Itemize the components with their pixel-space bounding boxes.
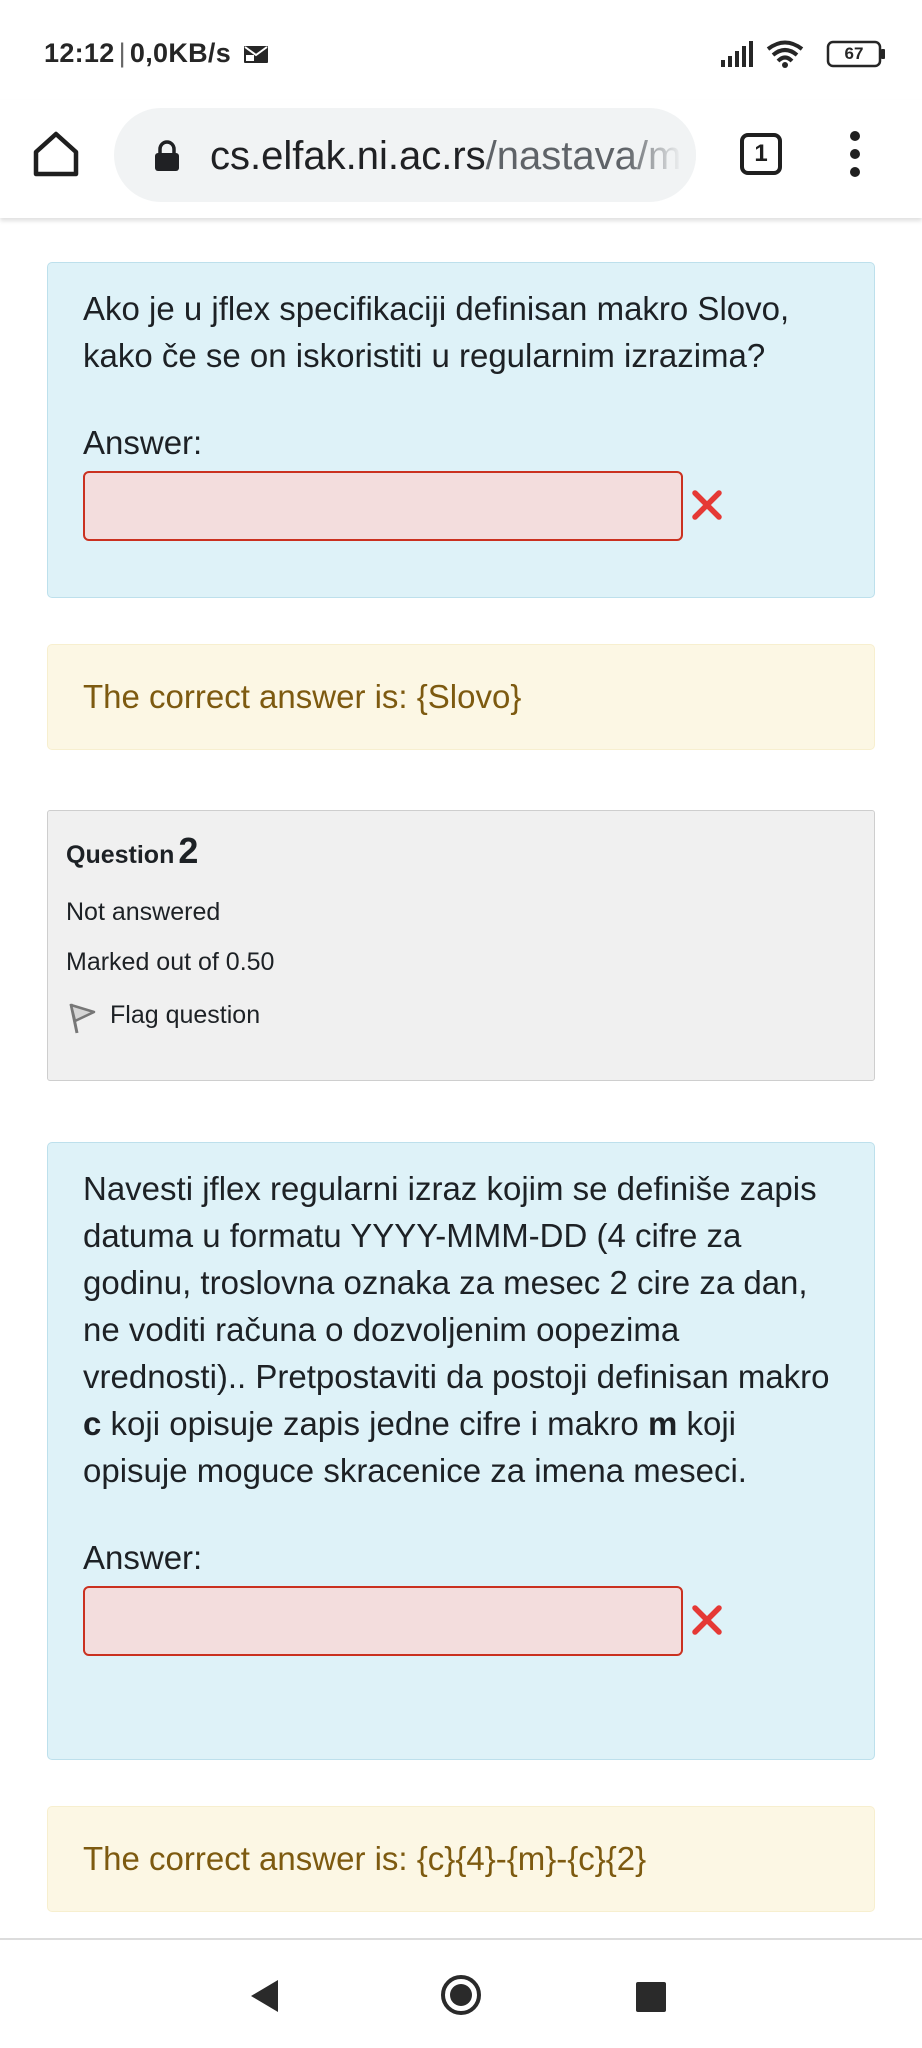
question1-correct-answer: The correct answer is: {Slovo} <box>83 678 522 715</box>
address-bar[interactable]: cs.elfak.ni.ac.rs/nastava/m <box>114 108 696 202</box>
more-vert-icon[interactable] <box>840 128 870 180</box>
status-time: 12:12 <box>44 38 115 68</box>
url-text[interactable]: cs.elfak.ni.ac.rs/nastava/m <box>210 134 681 178</box>
system-nav-bar <box>0 1938 922 2048</box>
question-label: Question <box>66 841 175 869</box>
question2-text-part2: koji opisuje zapis jedne cifre i makro <box>101 1405 648 1442</box>
question2-feedback: The correct answer is: {c}{4}-{m}-{c}{2} <box>47 1806 875 1912</box>
home-icon[interactable] <box>30 128 82 180</box>
question2-info: Question 2 Not answered Marked out of 0.5… <box>47 810 875 1081</box>
back-icon[interactable] <box>248 1978 282 2019</box>
home-circle-icon[interactable] <box>440 1974 482 2021</box>
status-bar: 12:12 | 0,0KB/s 67 <box>0 0 922 110</box>
question2-answer-label: Answer: <box>83 1539 203 1576</box>
tabs-icon[interactable]: 1 <box>740 133 782 175</box>
flag-question-link[interactable]: Flag question <box>66 999 874 1035</box>
signal-icon <box>720 40 756 73</box>
macro-m: m <box>647 1405 678 1442</box>
question2-correct-answer: The correct answer is: {c}{4}-{m}-{c}{2} <box>83 1840 647 1877</box>
question-number: 2 <box>178 830 199 871</box>
flag-question-label[interactable]: Flag question <box>110 999 260 1031</box>
question1-text: Ako je u jflex specifikaciji definisan m… <box>83 290 790 374</box>
incorrect-cross-icon <box>691 1604 723 1641</box>
url-host: cs.elfak.ni.ac.rs <box>210 134 486 178</box>
question-number-line: Question 2 <box>66 825 874 877</box>
question2-answer-input[interactable] <box>83 1586 683 1656</box>
browser-toolbar: cs.elfak.ni.ac.rs/nastava/m 1 <box>0 100 922 218</box>
question2-text: Navesti jflex regularni izraz kojim se d… <box>83 1165 839 1494</box>
flag-icon[interactable] <box>66 1001 98 1043</box>
question1-answer-input[interactable] <box>83 471 683 541</box>
question2-box: Navesti jflex regularni izraz kojim se d… <box>47 1142 875 1760</box>
page-content: Ako je u jflex specifikaciji definisan m… <box>0 218 922 1938</box>
network-speed: 0,0KB/s <box>129 38 232 68</box>
status-separator: | <box>118 38 126 68</box>
recents-icon[interactable] <box>636 1982 666 2012</box>
question-status: Not answered <box>66 898 221 926</box>
status-time-group: 12:12 | 0,0KB/s <box>44 38 269 72</box>
battery-icon: 67 <box>826 40 886 73</box>
question1-feedback: The correct answer is: {Slovo} <box>47 644 875 750</box>
url-fade <box>626 108 696 202</box>
question1-answer-label: Answer: <box>83 424 203 461</box>
incorrect-cross-icon <box>691 489 723 526</box>
battery-level: 67 <box>844 44 864 63</box>
question2-text-part1: Navesti jflex regularni izraz kojim se d… <box>83 1170 830 1395</box>
question1-answer-row <box>83 471 839 541</box>
mail-icon <box>243 41 269 72</box>
lock-icon[interactable] <box>154 140 180 177</box>
question-marks: Marked out of 0.50 <box>66 948 275 976</box>
question1-box: Ako je u jflex specifikaciji definisan m… <box>47 262 875 598</box>
macro-c: c <box>83 1405 102 1442</box>
wifi-icon <box>766 40 804 73</box>
question2-answer-row <box>83 1586 839 1656</box>
